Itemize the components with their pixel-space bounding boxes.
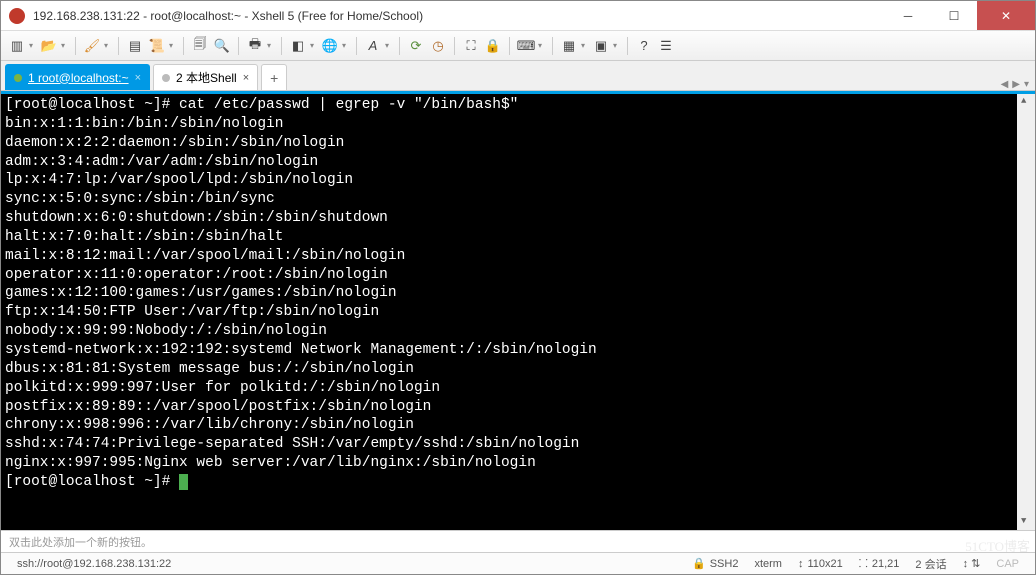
terminal-line: operator:x:11:0:operator:/root:/sbin/nol… bbox=[5, 266, 1029, 285]
status-caps: CAP bbox=[996, 558, 1019, 570]
open-icon[interactable]: 📂 bbox=[39, 36, 59, 56]
terminal-line: dbus:x:81:81:System message bus:/:/sbin/… bbox=[5, 360, 1029, 379]
tab-session-2[interactable]: 2 本地Shell × bbox=[153, 64, 258, 90]
terminal-line: mail:x:8:12:mail:/var/spool/mail:/sbin/n… bbox=[5, 247, 1029, 266]
terminal-line: sshd:x:74:74:Privilege-separated SSH:/va… bbox=[5, 435, 1029, 454]
globe-icon[interactable]: 🌐 bbox=[320, 36, 340, 56]
command-bar-icon[interactable]: ☰ bbox=[656, 36, 676, 56]
terminal-line: bin:x:1:1:bin:/bin:/sbin/nologin bbox=[5, 115, 1029, 134]
terminal-line: ftp:x:14:50:FTP User:/var/ftp:/sbin/nolo… bbox=[5, 303, 1029, 322]
script-icon[interactable]: 📜 bbox=[147, 36, 167, 56]
tab-label: 2 本地Shell bbox=[176, 69, 237, 86]
tab-bar: 1 root@localhost:~ × 2 本地Shell × + ◀ ▶ ▾ bbox=[1, 61, 1035, 91]
terminal-line: [root@localhost ~]# cat /etc/passwd | eg… bbox=[5, 96, 1029, 115]
status-size: ↕ 110x21 bbox=[798, 558, 843, 570]
lock-icon[interactable]: 🔒 bbox=[483, 36, 503, 56]
titlebar: 192.168.238.131:22 - root@localhost:~ - … bbox=[1, 1, 1035, 31]
print-icon[interactable]: 🖶 bbox=[245, 36, 265, 56]
status-dot-icon bbox=[162, 74, 170, 82]
brush-icon[interactable]: 🖌 bbox=[82, 36, 102, 56]
status-sessions: 2 会话 bbox=[915, 556, 946, 572]
quick-command-bar[interactable]: 双击此处添加一个新的按钮。 bbox=[1, 530, 1035, 552]
cursor bbox=[179, 474, 188, 490]
tab-list-icon[interactable]: ▾ bbox=[1024, 79, 1029, 90]
keyboard-icon[interactable]: ⌨ bbox=[516, 36, 536, 56]
xftp-icon[interactable]: ◷ bbox=[428, 36, 448, 56]
tab-session-1[interactable]: 1 root@localhost:~ × bbox=[5, 64, 150, 90]
terminal-line: [root@localhost ~]# bbox=[5, 473, 1029, 492]
status-termtype: xterm bbox=[754, 558, 782, 570]
font-icon[interactable]: A bbox=[363, 36, 383, 56]
cascade-icon[interactable]: ▣ bbox=[591, 36, 611, 56]
status-dot-icon bbox=[14, 74, 22, 82]
terminal-line: systemd-network:x:192:192:systemd Networ… bbox=[5, 341, 1029, 360]
tile-icon[interactable]: ▦ bbox=[559, 36, 579, 56]
status-arrows: ↕ ⇅ bbox=[963, 557, 981, 570]
tab-label: 1 root@localhost:~ bbox=[28, 71, 129, 85]
terminal-line: adm:x:3:4:adm:/var/adm:/sbin/nologin bbox=[5, 153, 1029, 172]
status-cursor: ⸬ 21,21 bbox=[859, 556, 900, 571]
status-protocol: 🔒 SSH2 bbox=[692, 557, 738, 570]
terminal-line: shutdown:x:6:0:shutdown:/sbin:/sbin/shut… bbox=[5, 209, 1029, 228]
find-icon[interactable]: 🔍 bbox=[212, 36, 232, 56]
terminal-line: postfix:x:89:89::/var/spool/postfix:/sbi… bbox=[5, 398, 1029, 417]
terminal-line: nobody:x:99:99:Nobody:/:/sbin/nologin bbox=[5, 322, 1029, 341]
terminal-line: lp:x:4:7:lp:/var/spool/lpd:/sbin/nologin bbox=[5, 171, 1029, 190]
copy-icon[interactable]: 🗐 bbox=[190, 36, 210, 56]
app-icon bbox=[9, 8, 25, 24]
color-icon[interactable]: ◧ bbox=[288, 36, 308, 56]
tab-prev-icon[interactable]: ◀ bbox=[1001, 79, 1009, 90]
terminal-line: halt:x:7:0:halt:/sbin:/sbin/halt bbox=[5, 228, 1029, 247]
quickbar-hint: 双击此处添加一个新的按钮。 bbox=[9, 534, 152, 550]
terminal-line: nginx:x:997:995:Nginx web server:/var/li… bbox=[5, 454, 1029, 473]
close-button[interactable]: ✕ bbox=[977, 1, 1035, 30]
new-session-icon[interactable]: ▥ bbox=[7, 36, 27, 56]
minimize-button[interactable]: ─ bbox=[885, 1, 931, 30]
toolbar: ▥▾ 📂▾ 🖌▾ ▤ 📜▾ 🗐 🔍 🖶▾ ◧▾ 🌐▾ A▾ ⟳ ◷ ⛶ 🔒 ⌨▾… bbox=[1, 31, 1035, 61]
scrollbar[interactable] bbox=[1017, 94, 1035, 530]
watermark: 51CTO博客 bbox=[965, 536, 1030, 555]
tab-close-icon[interactable]: × bbox=[135, 72, 141, 84]
terminal-line: daemon:x:2:2:daemon:/sbin:/sbin/nologin bbox=[5, 134, 1029, 153]
maximize-button[interactable]: ☐ bbox=[931, 1, 977, 30]
status-uri: ssh://root@192.168.238.131:22 bbox=[17, 558, 171, 570]
terminal-line: polkitd:x:999:997:User for polkitd:/:/sb… bbox=[5, 379, 1029, 398]
properties-icon[interactable]: ▤ bbox=[125, 36, 145, 56]
xagent-icon[interactable]: ⟳ bbox=[406, 36, 426, 56]
help-icon[interactable]: ? bbox=[634, 36, 654, 56]
window-title: 192.168.238.131:22 - root@localhost:~ - … bbox=[33, 9, 885, 23]
terminal-line: sync:x:5:0:sync:/sbin:/bin/sync bbox=[5, 190, 1029, 209]
tab-add-button[interactable]: + bbox=[261, 64, 287, 90]
tab-next-icon[interactable]: ▶ bbox=[1012, 79, 1020, 90]
terminal-line: chrony:x:998:996::/var/lib/chrony:/sbin/… bbox=[5, 416, 1029, 435]
tab-close-icon[interactable]: × bbox=[243, 72, 249, 84]
fit-icon[interactable]: ⛶ bbox=[461, 36, 481, 56]
status-bar: ssh://root@192.168.238.131:22 🔒 SSH2 xte… bbox=[1, 552, 1035, 574]
terminal-line: games:x:12:100:games:/usr/games:/sbin/no… bbox=[5, 284, 1029, 303]
terminal[interactable]: [root@localhost ~]# cat /etc/passwd | eg… bbox=[1, 91, 1035, 530]
